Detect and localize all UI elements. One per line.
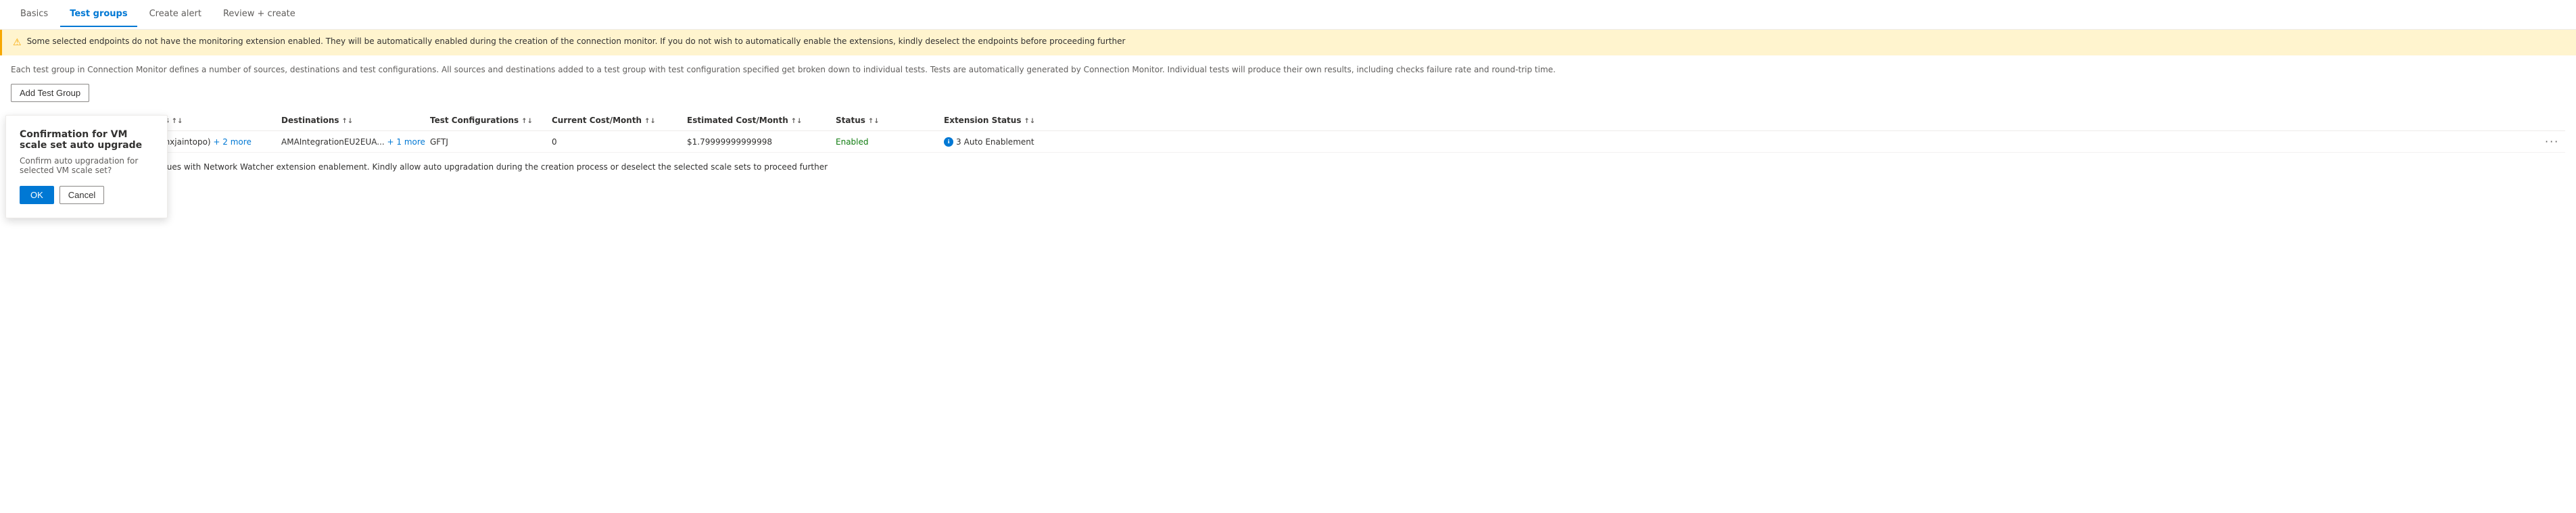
description-text: Each test group in Connection Monitor de… <box>0 55 2576 84</box>
row-status: Enabled <box>836 137 944 147</box>
row-sources-more[interactable]: + 2 more <box>213 137 251 147</box>
warning-banner: ⚠ Some selected endpoints do not have th… <box>0 30 2576 55</box>
tab-create-alert[interactable]: Create alert <box>140 2 211 27</box>
sort-icon-test-configs[interactable]: ↑↓ <box>521 118 533 125</box>
table-header: Name↑↓ Sources↑↓ Destinations↑↓ Test Con… <box>11 110 2565 131</box>
row-current-cost: 0 <box>552 137 687 147</box>
add-test-group-button[interactable]: Add Test Group <box>11 84 89 102</box>
modal-body: Confirm auto upgradation for selected VM… <box>20 156 153 175</box>
main-content: Add Test Group Name↑↓ Sources↑↓ Destinat… <box>0 84 2576 218</box>
modal-title: Confirmation for VM scale set auto upgra… <box>20 129 153 151</box>
modal-cancel-button[interactable]: Cancel <box>59 186 104 204</box>
modal-dialog: Confirmation for VM scale set auto upgra… <box>5 115 168 218</box>
nav-tabs: Basics Test groups Create alert Review +… <box>0 0 2576 30</box>
row-destinations-text: AMAIntegrationEU2EUA... <box>281 137 385 147</box>
col-header-current-cost: Current Cost/Month↑↓ <box>552 116 687 125</box>
modal-ok-button[interactable]: OK <box>20 186 54 204</box>
tab-test-groups[interactable]: Test groups <box>60 2 137 27</box>
nw-label: Enable Network watcher extension i <box>11 187 2565 196</box>
ext-status-count: 3 <box>956 137 961 147</box>
sort-icon-sources[interactable]: ↑↓ <box>172 118 183 125</box>
row-actions: ··· <box>2545 135 2565 148</box>
modal-actions: OK Cancel <box>20 186 153 204</box>
row-destinations-more[interactable]: + 1 more <box>387 137 425 147</box>
network-watcher-section: Enable Network watcher extension i <box>11 181 2565 218</box>
tab-basics[interactable]: Basics <box>11 2 57 27</box>
sort-icon-status[interactable]: ↑↓ <box>868 118 880 125</box>
col-header-destinations: Destinations↑↓ <box>281 116 430 125</box>
col-header-estimated-cost: Estimated Cost/Month↑↓ <box>687 116 836 125</box>
table-row: SCFAC Vnet1(anxjaintopo) + 2 more AMAInt… <box>11 131 2565 153</box>
sort-icon-estimated-cost[interactable]: ↑↓ <box>791 118 803 125</box>
row-status-text: Enabled <box>836 137 869 147</box>
col-header-status: Status↑↓ <box>836 116 944 125</box>
row-estimated-cost: $1.79999999999998 <box>687 137 836 147</box>
row-ext-status: ℹ 3 Auto Enablement <box>944 137 2545 147</box>
col-header-ext-status: Extension Status↑↓ <box>944 116 2545 125</box>
warning-text: Some selected endpoints do not have the … <box>27 35 1126 47</box>
more-options-button[interactable]: ··· <box>2545 135 2559 148</box>
row-destinations: AMAIntegrationEU2EUA... + 1 more <box>281 137 430 147</box>
sort-icon-destinations[interactable]: ↑↓ <box>342 118 354 125</box>
sort-icon-ext-status[interactable]: ↑↓ <box>1024 118 1035 125</box>
warning-icon: ⚠ <box>13 36 22 50</box>
col-header-test-configs: Test Configurations↑↓ <box>430 116 552 125</box>
ext-status-label: Auto Enablement <box>964 137 1034 147</box>
scale-set-warning: ⚠ Selected scale set(s) might have issue… <box>11 153 2565 181</box>
ext-status-icon: ℹ <box>944 137 953 147</box>
tab-review-create[interactable]: Review + create <box>214 2 305 27</box>
row-test-configs: GFTJ <box>430 137 552 147</box>
sort-icon-current-cost[interactable]: ↑↓ <box>644 118 656 125</box>
